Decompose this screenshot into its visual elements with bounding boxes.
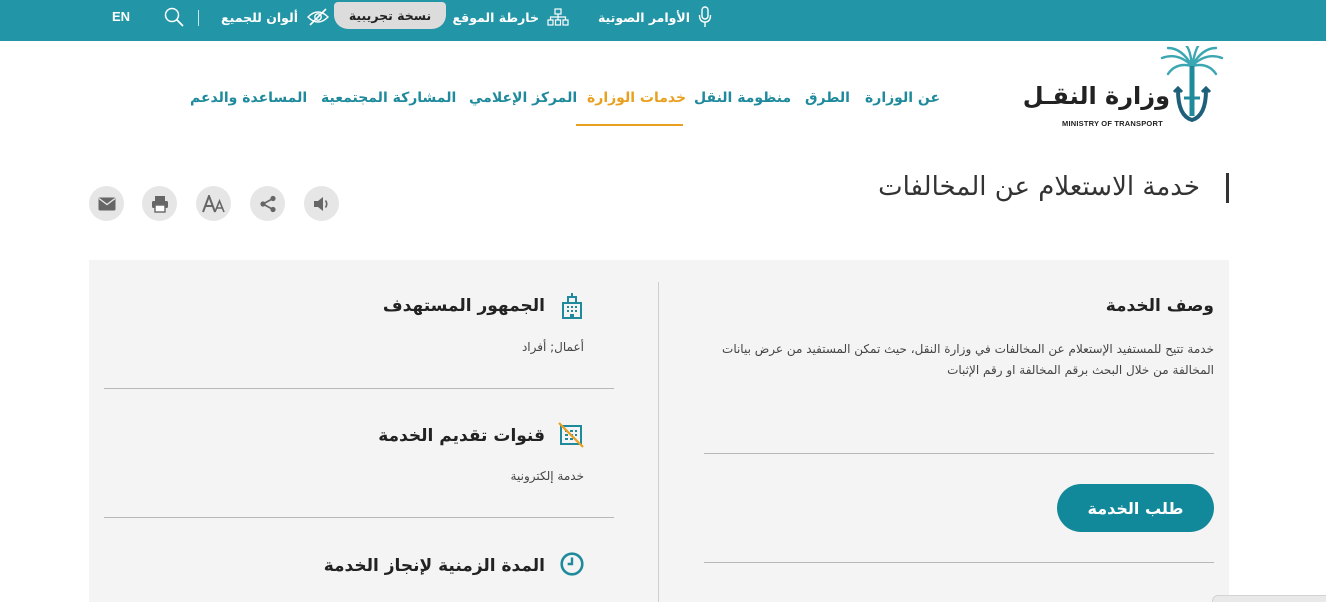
floating-widget-edge [1212, 595, 1326, 602]
divider-line [104, 517, 614, 518]
print-icon [151, 195, 168, 213]
active-nav-underline [576, 124, 683, 126]
nav-item-transport-system[interactable]: منظومة النقل [694, 90, 791, 112]
font-size-button[interactable] [196, 186, 231, 221]
title-accent-bar [1226, 173, 1229, 203]
email-icon [98, 197, 115, 210]
nav-item-help-support[interactable]: المساعدة والدعم [190, 90, 307, 112]
email-button[interactable] [89, 186, 124, 221]
panel-column-divider [658, 282, 659, 602]
service-duration-title: المدة الزمنية لإنجاز الخدمة [323, 556, 545, 576]
service-description-title: وصف الخدمة [1105, 296, 1214, 316]
nav-item-about-ministry[interactable]: عن الوزارة [865, 90, 940, 112]
sitemap-icon [547, 8, 569, 26]
voice-commands-label: الأوامر الصوتية [597, 9, 690, 25]
beta-version-badge[interactable]: نسخة تجريبية [334, 2, 446, 29]
language-switch-en[interactable]: EN [112, 9, 130, 24]
speaker-icon [313, 196, 328, 211]
sitemap-link[interactable]: خارطة الموقع [452, 0, 569, 34]
page-title: خدمة الاستعلام عن المخالفات [878, 172, 1200, 202]
divider-line [704, 562, 1214, 563]
print-button[interactable] [142, 186, 177, 221]
service-channel-icon [558, 422, 584, 448]
logo-english-text: MINISTRY OF TRANSPORT [1062, 119, 1163, 128]
font-size-icon [201, 194, 225, 212]
colors-for-all-label: ألوان للجميع [221, 9, 298, 25]
ministry-logo[interactable]: وزارة النقـل MINISTRY OF TRANSPORT [1023, 46, 1232, 132]
building-icon [562, 293, 582, 319]
eye-slash-icon [307, 8, 329, 26]
service-channels-value: خدمة إلكترونية [510, 469, 584, 483]
listen-button[interactable] [304, 186, 339, 221]
divider-line [104, 388, 614, 389]
sitemap-label: خارطة الموقع [452, 9, 539, 25]
nav-item-ministry-services[interactable]: خدمات الوزارة [587, 90, 686, 112]
service-channels-title: قنوات تقديم الخدمة [378, 426, 545, 446]
target-audience-title: الجمهور المستهدف [382, 296, 545, 316]
nav-item-media-center[interactable]: المركز الإعلامي [469, 90, 577, 112]
colors-for-all-link[interactable]: ألوان للجميع [221, 0, 330, 34]
top-utility-bar: الأوامر الصوتية خارطة الموقع نسخة تجريبي… [0, 0, 1326, 41]
topbar-divider [198, 10, 199, 26]
divider-line [704, 453, 1214, 454]
service-details-panel [89, 260, 1229, 602]
logo-arabic-text: وزارة النقـل [1022, 82, 1170, 110]
share-icon [259, 195, 276, 212]
microphone-icon [698, 6, 712, 27]
clock-icon [560, 552, 584, 576]
voice-commands-link[interactable]: الأوامر الصوتية [592, 0, 712, 34]
nav-item-roads[interactable]: الطرق [805, 90, 850, 112]
nav-item-community[interactable]: المشاركة المجتمعية [321, 90, 456, 112]
request-service-button[interactable]: طلب الخدمة [1057, 484, 1214, 532]
service-description-text: خدمة تتيح للمستفيد الإستعلام عن المخالفا… [722, 342, 1214, 377]
target-audience-value: أعمال; أفراد [521, 340, 584, 354]
share-button[interactable] [250, 186, 285, 221]
search-icon[interactable] [163, 6, 185, 28]
